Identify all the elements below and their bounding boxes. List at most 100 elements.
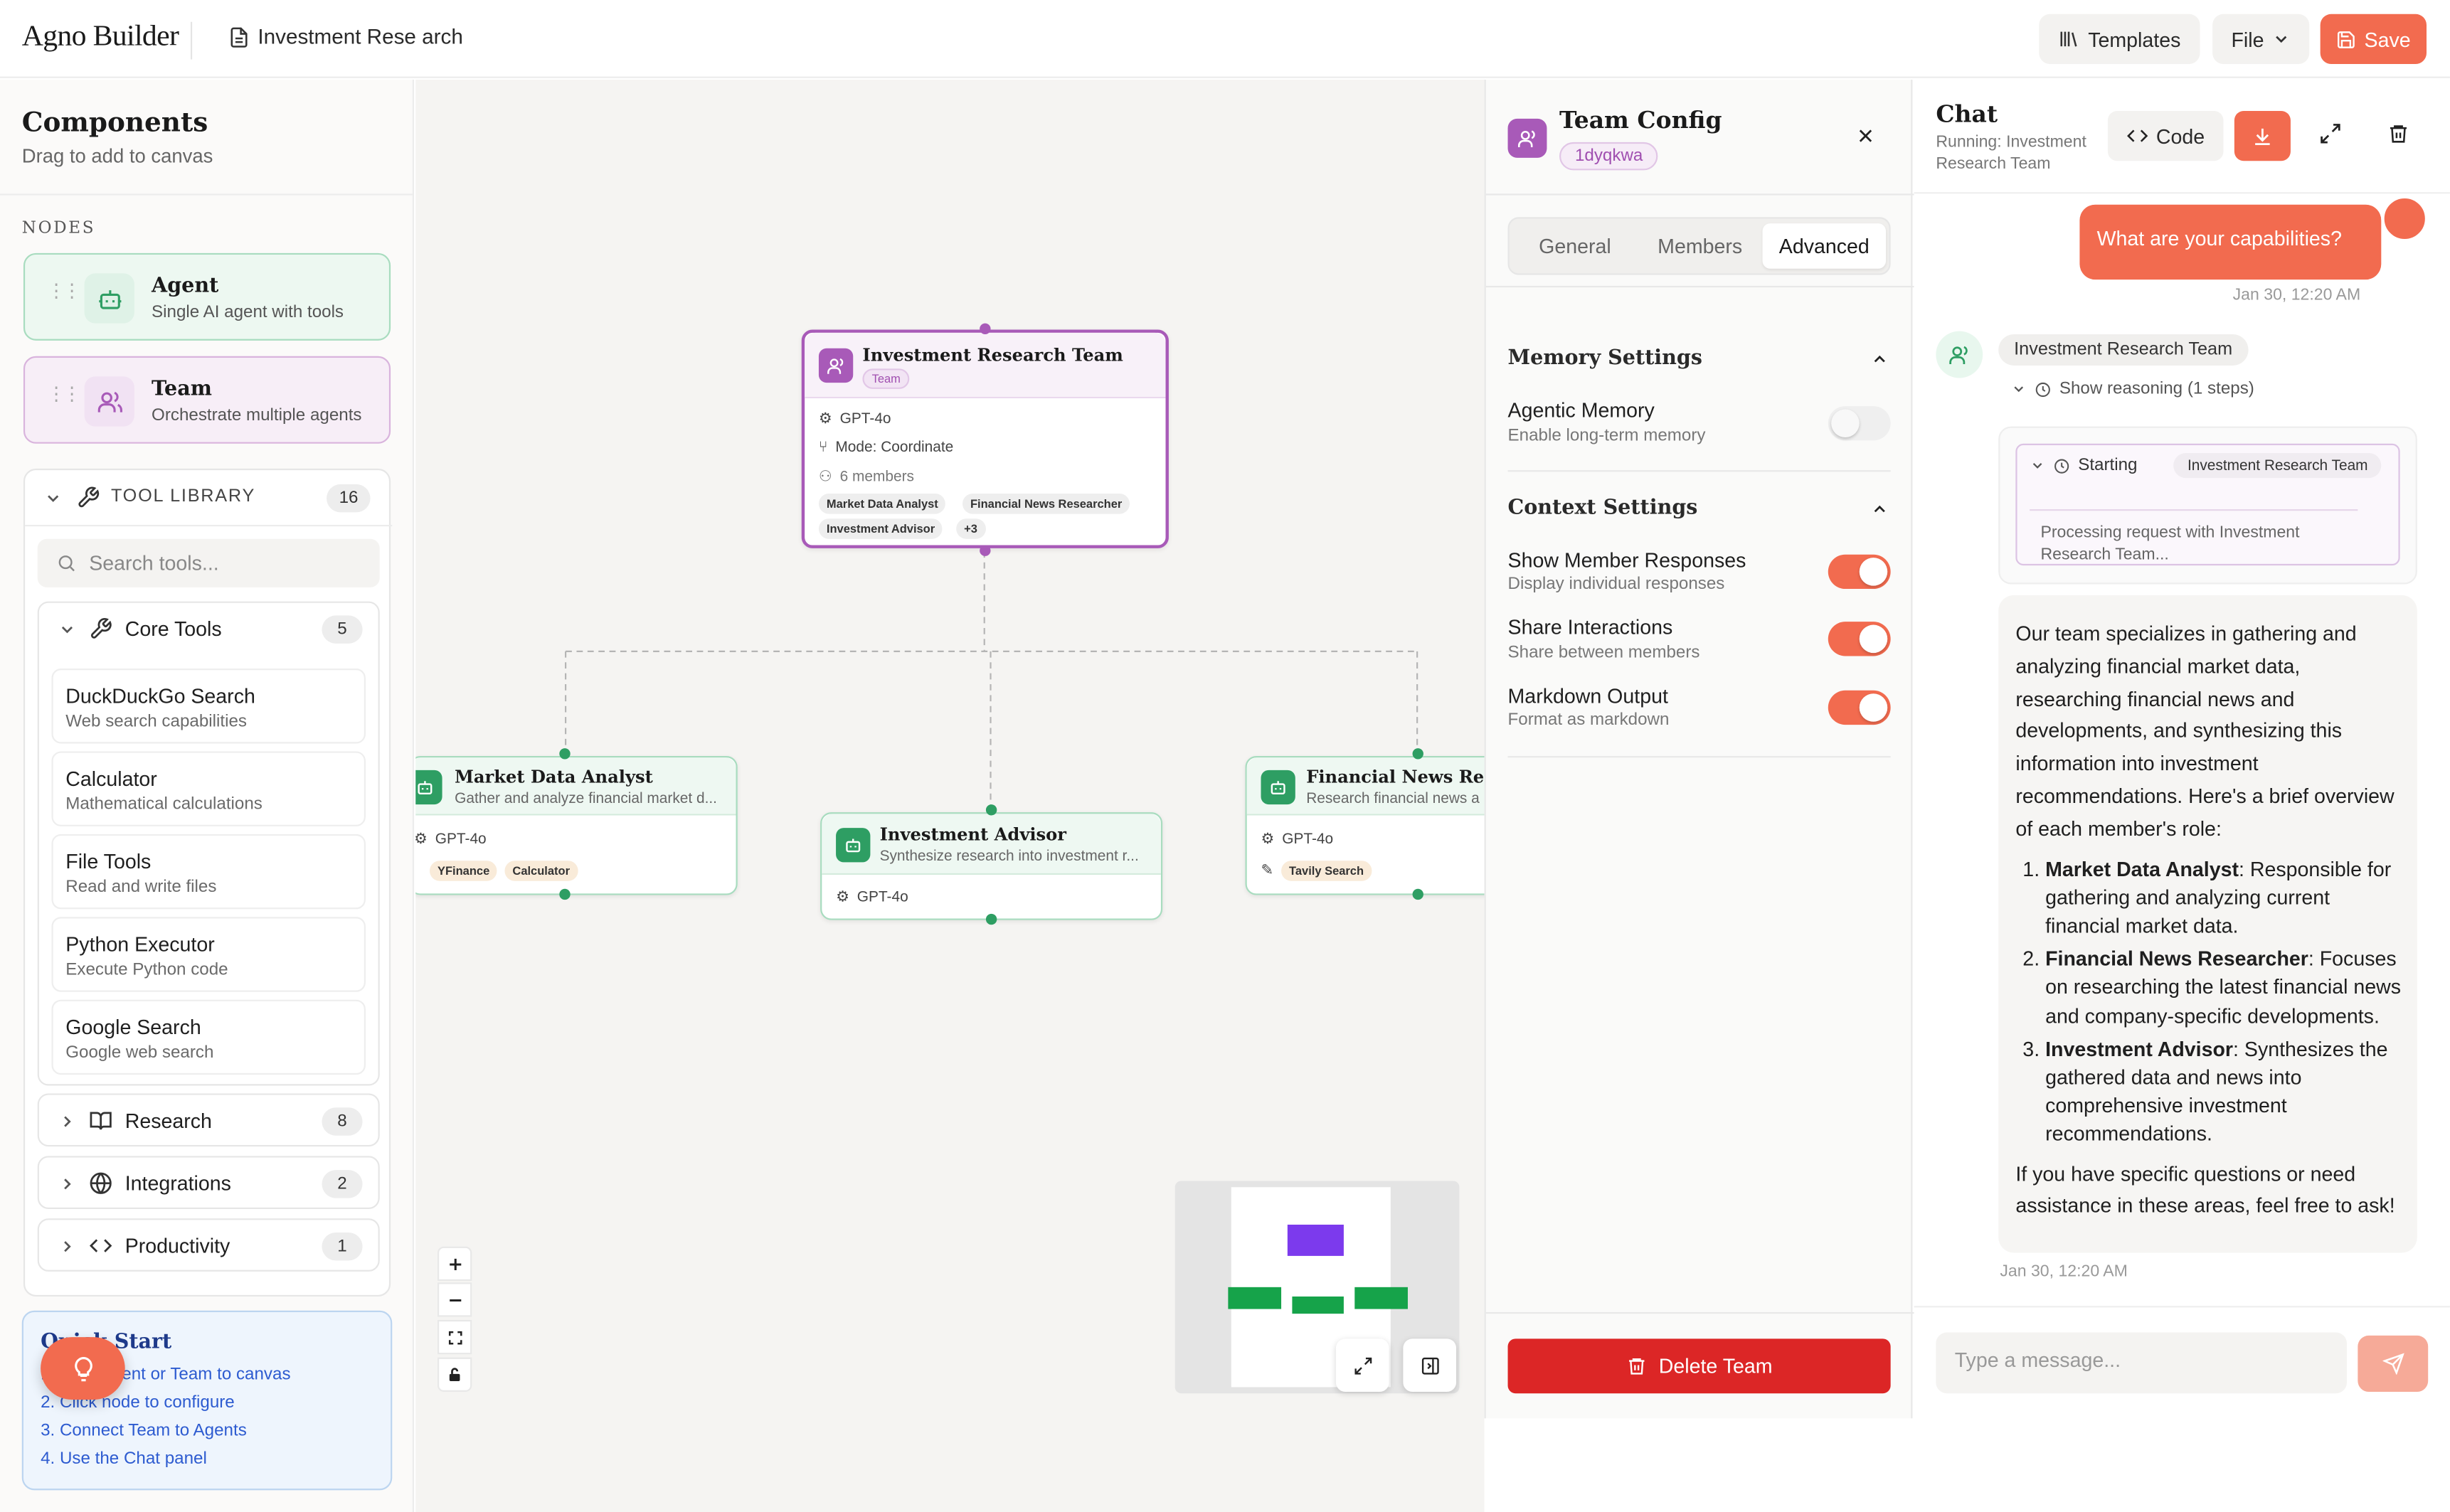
delete-team-button[interactable]: Delete Team: [1507, 1338, 1891, 1394]
search-icon: [56, 553, 77, 574]
member-name: Market Data Analyst: [2045, 856, 2239, 880]
minimap[interactable]: [1174, 1181, 1460, 1394]
quick-start-step: 4. Use the Chat panel: [41, 1449, 207, 1469]
search-placeholder: Search tools...: [89, 551, 219, 575]
show-reasoning-toggle[interactable]: Show reasoning (1 steps): [2011, 380, 2254, 398]
team-node[interactable]: Investment Research Team Team ⚙ GPT-4o ⑂ M…: [801, 329, 1169, 548]
users-icon: ⚇: [818, 468, 832, 486]
wrench-icon: ✎: [1261, 862, 1273, 880]
divider: [1485, 193, 1914, 196]
code-button[interactable]: Code: [2107, 110, 2224, 161]
agent-node-name: Agent: [152, 275, 219, 299]
minimap-agent-node: [1292, 1297, 1344, 1314]
panel-right-icon: [1419, 1355, 1440, 1375]
context-settings-title[interactable]: Context Settings: [1508, 496, 1698, 520]
fullscreen-icon: [446, 1329, 463, 1346]
output-handle[interactable]: [559, 888, 571, 900]
show-member-responses-toggle[interactable]: [1828, 554, 1891, 590]
tool-item-google-search[interactable]: Google Search Google web search: [51, 999, 366, 1075]
file-label: File: [2231, 27, 2264, 51]
chevron-up-icon[interactable]: [1870, 350, 1889, 368]
save-button[interactable]: Save: [2320, 14, 2427, 65]
drag-handle-icon[interactable]: ⋮⋮: [47, 281, 81, 299]
chevron-up-icon[interactable]: [1870, 500, 1889, 518]
tab-members[interactable]: Members: [1639, 223, 1761, 269]
category-integrations[interactable]: Integrations 2: [37, 1156, 380, 1210]
agent-node-investment-advisor[interactable]: Investment Advisor Synthesize research i…: [820, 812, 1163, 920]
document-title-text: Investment Rese arch: [258, 25, 463, 49]
tab-general[interactable]: General: [1514, 223, 1635, 269]
category-research[interactable]: Research 8: [37, 1093, 380, 1147]
zoom-in-button[interactable]: [437, 1246, 472, 1282]
templates-button[interactable]: Templates: [2039, 14, 2200, 65]
cpu-icon: ⚙: [836, 888, 849, 906]
node-id-badge: 1dyqkwa: [1559, 142, 1659, 171]
memory-settings-title[interactable]: Memory Settings: [1508, 347, 1702, 371]
output-handle[interactable]: [985, 913, 997, 925]
agent-node-card[interactable]: ⋮⋮ Agent Single AI agent with tools: [23, 252, 391, 341]
app-logo[interactable]: Agno Builder: [22, 21, 179, 55]
agentic-memory-toggle[interactable]: [1828, 406, 1891, 441]
fit-view-button[interactable]: [437, 1319, 472, 1355]
cpu-icon: ⚙: [1261, 831, 1275, 848]
tool-name: DuckDuckGo Search: [65, 684, 255, 708]
tool-desc: Execute Python code: [65, 960, 228, 980]
category-name: Core Tools: [124, 617, 222, 641]
category-header[interactable]: Core Tools 5: [39, 603, 378, 656]
toggle-knob: [1859, 558, 1888, 586]
reasoning-step-header[interactable]: Starting: [2030, 456, 2138, 475]
document-title[interactable]: Investment Rese arch: [228, 25, 463, 48]
tool-item-file-tools[interactable]: File Tools Read and write files: [51, 834, 366, 910]
download-button[interactable]: [2234, 110, 2291, 161]
tool-chip: Calculator: [504, 861, 578, 881]
output-handle[interactable]: [1412, 888, 1423, 900]
expand-minimap-button[interactable]: [1335, 1338, 1389, 1392]
markdown-output-toggle[interactable]: [1828, 690, 1891, 725]
tool-item-duckduckgo[interactable]: DuckDuckGo Search Web search capabilities: [51, 669, 366, 744]
user-message: What are your capabilities?: [2079, 204, 2382, 280]
category-name: Integrations: [124, 1171, 231, 1196]
code-icon: [2126, 125, 2148, 147]
config-tabs: General Members Advanced: [1507, 217, 1891, 275]
output-handle[interactable]: [980, 545, 991, 556]
zoom-out-button[interactable]: [437, 1282, 472, 1317]
setting-name: Share Interactions: [1507, 615, 1673, 639]
model-text: GPT-4o: [435, 831, 487, 848]
agent-node-financial-news-researcher[interactable]: Financial News Researcher Research finan…: [1245, 756, 1485, 895]
input-handle[interactable]: [985, 804, 997, 816]
category-count: 1: [322, 1232, 363, 1261]
minimap-team-node: [1287, 1224, 1344, 1256]
lock-button[interactable]: [437, 1357, 472, 1392]
tool-item-python-executor[interactable]: Python Executor Execute Python code: [51, 917, 366, 992]
tips-fab-button[interactable]: [41, 1337, 125, 1400]
toggle-panel-button[interactable]: [1403, 1338, 1457, 1392]
drag-handle-icon[interactable]: ⋮⋮: [47, 384, 81, 403]
node-model: ⚙ GPT-4o: [1261, 831, 1333, 848]
input-handle[interactable]: [1412, 748, 1423, 760]
config-title: Team Config: [1559, 106, 1722, 134]
share-interactions-toggle[interactable]: [1828, 622, 1891, 656]
team-node-card[interactable]: ⋮⋮ Team Orchestrate multiple agents: [23, 356, 391, 444]
send-button[interactable]: [2358, 1335, 2429, 1392]
model-text: GPT-4o: [839, 410, 891, 428]
node-title: Investment Research Team: [862, 345, 1123, 366]
agent-node-market-data-analyst[interactable]: Market Data Analyst Gather and analyze f…: [415, 756, 738, 895]
globe-icon: [89, 1171, 112, 1195]
reasoning-panel: Starting Investment Research Team Proces…: [1998, 426, 2417, 585]
category-productivity[interactable]: Productivity 1: [37, 1218, 380, 1272]
maximize-icon[interactable]: [2318, 122, 2342, 145]
tool-library-header[interactable]: TOOL LIBRARY 16: [25, 470, 393, 527]
reasoning-step: Starting Investment Research Team Proces…: [2015, 443, 2400, 566]
tab-advanced[interactable]: Advanced: [1762, 223, 1887, 269]
chat-message-input[interactable]: Type a message...: [1936, 1332, 2347, 1394]
input-handle[interactable]: [980, 323, 991, 335]
lightbulb-icon: [70, 1355, 96, 1381]
assistant-message: Our team specializes in gathering and an…: [1998, 595, 2417, 1253]
tool-item-calculator[interactable]: Calculator Mathematical calculations: [51, 751, 366, 826]
input-handle[interactable]: [559, 748, 571, 760]
divider: [1507, 470, 1891, 472]
trash-icon[interactable]: [2387, 122, 2409, 145]
file-menu-button[interactable]: File: [2212, 14, 2310, 65]
tool-search-input[interactable]: Search tools...: [37, 538, 380, 587]
close-icon[interactable]: [1856, 127, 1874, 145]
